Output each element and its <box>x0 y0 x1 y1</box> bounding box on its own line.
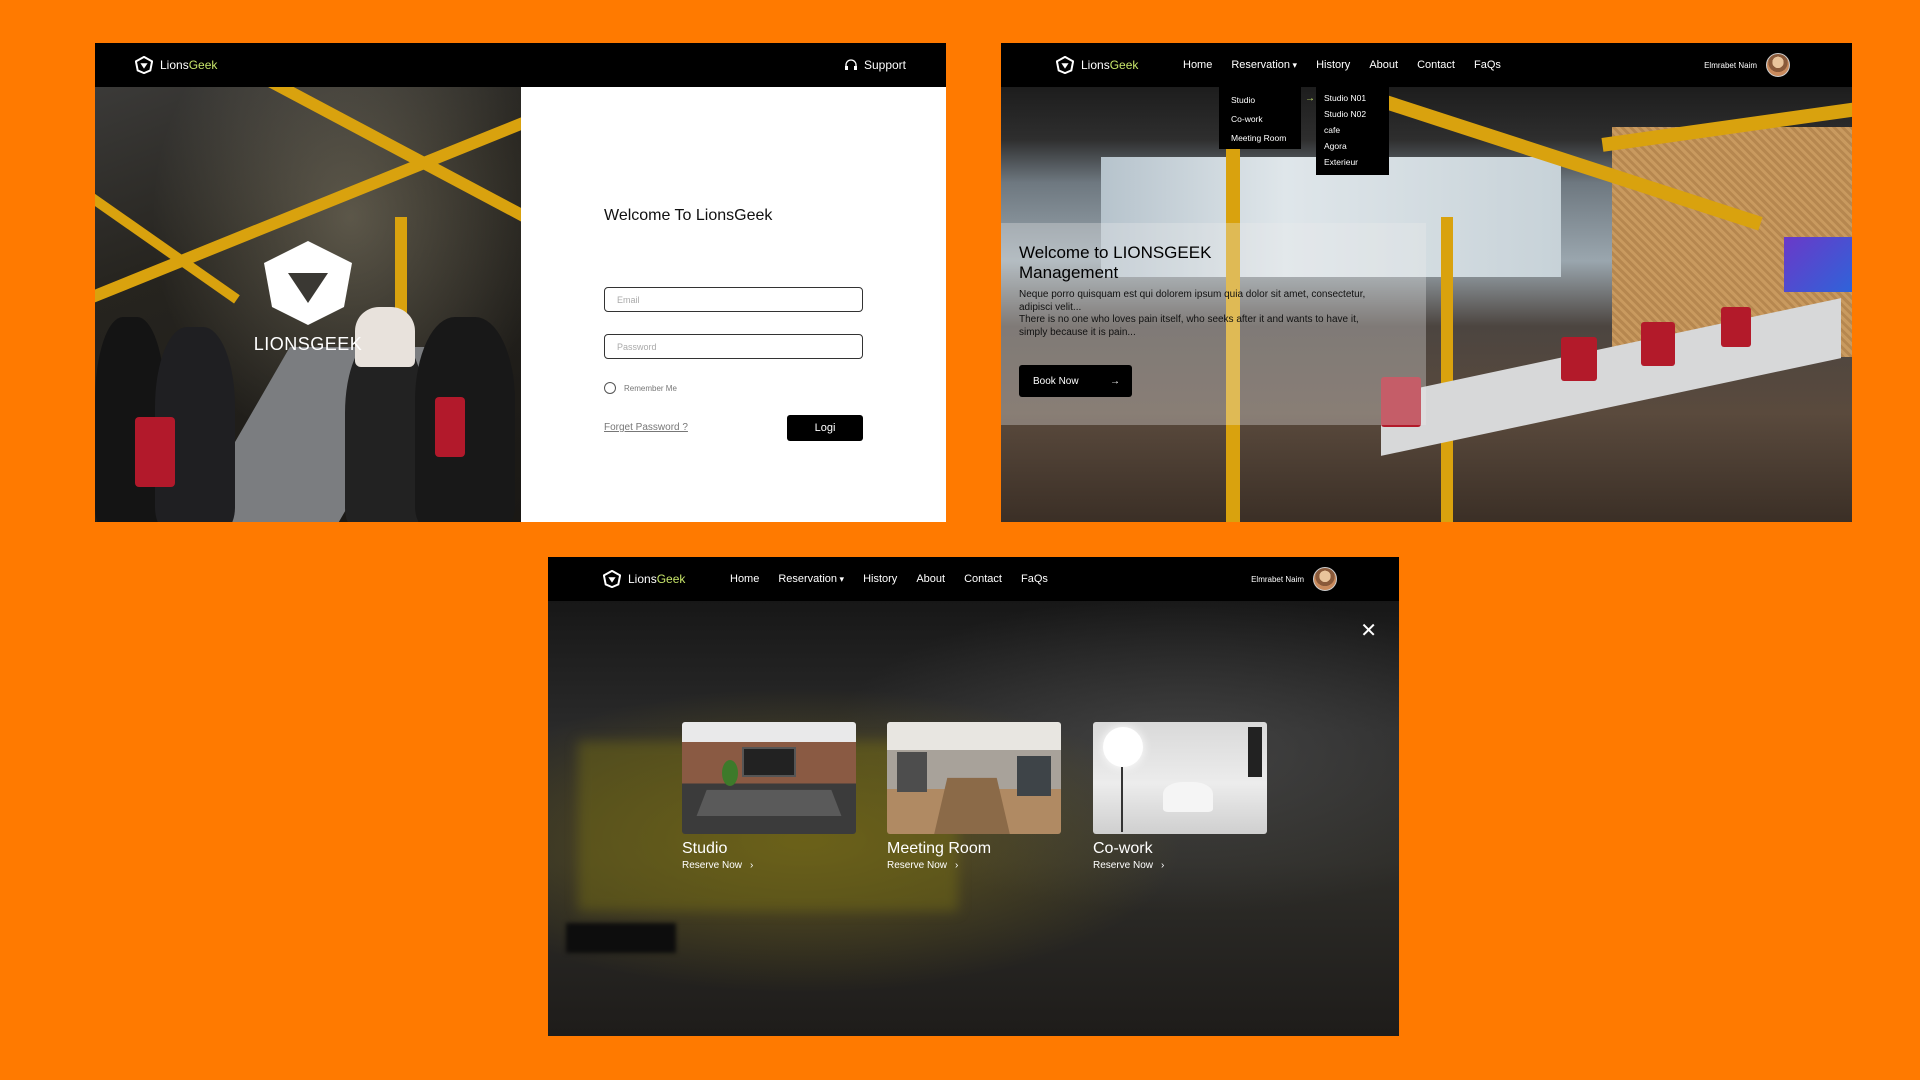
book-now-label: Book Now <box>1033 375 1079 387</box>
submenu-item[interactable]: Studio N02 <box>1324 109 1389 125</box>
top-navbar: LionsGeek Support <box>95 43 946 87</box>
brand-name-part2: Geek <box>656 572 686 586</box>
reservation-dropdown: Studio Co-work Meeting Room → <box>1219 87 1315 152</box>
login-button[interactable]: Logi <box>787 415 863 441</box>
avatar[interactable] <box>1313 567 1337 591</box>
chevron-right-icon: › <box>955 860 959 871</box>
card-title: Studio <box>682 840 728 857</box>
brand-name-part2: Geek <box>1109 58 1139 72</box>
brand-name-part1: Lions <box>1081 58 1110 72</box>
cowork-image <box>1093 722 1267 834</box>
reserve-now-link[interactable]: Reserve Now › <box>1093 860 1267 871</box>
nav-links: Home Reservation History About Contact F… <box>1183 59 1501 71</box>
user-name: Elmrabet Naim <box>1704 60 1757 70</box>
card-title: Co-work <box>1093 840 1153 857</box>
user-menu[interactable]: Elmrabet Naim <box>1251 567 1337 591</box>
user-menu[interactable]: Elmrabet Naim <box>1704 53 1790 77</box>
email-field[interactable] <box>604 287 863 312</box>
hero-text-line: Neque porro quisquam est qui dolorem ips… <box>1019 289 1366 313</box>
studio-submenu: Studio N01 Studio N02 cafe Agora Exterie… <box>1316 87 1389 175</box>
submenu-item[interactable]: Agora <box>1324 141 1389 157</box>
support-label: Support <box>863 58 906 72</box>
hero-text-line: There is no one who loves pain itself, w… <box>1019 314 1359 338</box>
avatar[interactable] <box>1766 53 1790 77</box>
forgot-password-link[interactable]: Forget Password ? <box>604 422 688 433</box>
top-navbar: LionsGeek Home Reservation History About… <box>548 557 1399 601</box>
top-navbar: LionsGeek Home Reservation History About… <box>1001 43 1852 87</box>
nav-reservation[interactable]: Reservation <box>1231 59 1297 71</box>
login-screen: LionsGeek Support LIONSGEEK Welcome To L… <box>95 43 946 522</box>
nav-faqs[interactable]: FaQs <box>1474 59 1501 71</box>
password-field[interactable] <box>604 334 863 359</box>
brand-logo[interactable]: LionsGeek <box>1056 56 1138 74</box>
hero-title: Welcome to LIONSGEEK Management <box>1019 243 1212 282</box>
nav-links: Home Reservation History About Contact F… <box>730 573 1048 585</box>
remember-me[interactable]: Remember Me <box>604 382 677 394</box>
nav-faqs[interactable]: FaQs <box>1021 573 1048 585</box>
dropdown-item-cowork[interactable]: Co-work <box>1231 114 1301 133</box>
arrow-right-icon: → <box>1110 375 1120 387</box>
reserve-now-label: Reserve Now <box>1093 860 1154 871</box>
lion-logo-icon <box>135 56 153 74</box>
dropdown-item-studio[interactable]: Studio <box>1231 95 1301 114</box>
lion-logo-icon <box>603 570 621 588</box>
studio-image <box>682 722 856 834</box>
login-title: Welcome To LionsGeek <box>604 207 773 224</box>
nav-home[interactable]: Home <box>730 573 759 585</box>
chevron-right-icon: › <box>1161 860 1165 871</box>
nav-home[interactable]: Home <box>1183 59 1212 71</box>
chevron-right-icon: › <box>750 860 754 871</box>
home-screen: LionsGeek Home Reservation History About… <box>1001 43 1852 522</box>
remember-label: Remember Me <box>624 383 677 393</box>
submenu-item[interactable]: cafe <box>1324 125 1389 141</box>
reservation-modal-screen: LionsGeek Home Reservation History About… <box>548 557 1399 1036</box>
reserve-now-label: Reserve Now <box>682 860 743 871</box>
book-now-button[interactable]: Book Now → <box>1019 365 1132 397</box>
hero-logo: LIONSGEEK <box>253 237 363 355</box>
reserve-now-link[interactable]: Reserve Now › <box>887 860 1061 871</box>
nav-contact[interactable]: Contact <box>964 573 1002 585</box>
hero-description: Neque porro quisquam est qui dolorem ips… <box>1019 289 1389 339</box>
brand-logo[interactable]: LionsGeek <box>603 570 685 588</box>
brand-name-part1: Lions <box>160 58 189 72</box>
nav-about[interactable]: About <box>916 573 945 585</box>
brand-name-part1: Lions <box>628 572 657 586</box>
reserve-now-link[interactable]: Reserve Now › <box>682 860 856 871</box>
lion-logo-icon <box>1056 56 1074 74</box>
submenu-item[interactable]: Studio N01 <box>1324 93 1389 109</box>
space-card-meeting-room[interactable]: Meeting Room Reserve Now › <box>887 722 1061 871</box>
support-link[interactable]: Support <box>844 58 906 72</box>
dropdown-item-meeting-room[interactable]: Meeting Room <box>1231 133 1301 152</box>
nav-about[interactable]: About <box>1369 59 1398 71</box>
user-name: Elmrabet Naim <box>1251 574 1304 584</box>
nav-reservation[interactable]: Reservation <box>778 573 844 585</box>
headset-icon <box>844 59 857 70</box>
close-icon[interactable]: ✕ <box>1360 621 1377 641</box>
space-card-cowork[interactable]: Co-work Reserve Now › <box>1093 722 1267 871</box>
submenu-item[interactable]: Exterieur <box>1324 157 1389 173</box>
meeting-room-image <box>887 722 1061 834</box>
nav-history[interactable]: History <box>863 573 897 585</box>
space-card-studio[interactable]: Studio Reserve Now › <box>682 722 856 871</box>
arrow-right-icon: → <box>1305 93 1315 104</box>
card-title: Meeting Room <box>887 840 992 857</box>
event-photo: LIONSGEEK <box>95 87 521 522</box>
brand-logo[interactable]: LionsGeek <box>135 56 217 74</box>
lion-emblem-icon <box>264 241 352 325</box>
reserve-now-label: Reserve Now <box>887 860 948 871</box>
hero-wordmark: LIONSGEEK <box>253 334 363 354</box>
login-panel: Welcome To LionsGeek Remember Me Forget … <box>521 87 946 522</box>
nav-history[interactable]: History <box>1316 59 1350 71</box>
nav-contact[interactable]: Contact <box>1417 59 1455 71</box>
remember-checkbox[interactable] <box>604 382 616 394</box>
brand-name-part2: Geek <box>188 58 218 72</box>
